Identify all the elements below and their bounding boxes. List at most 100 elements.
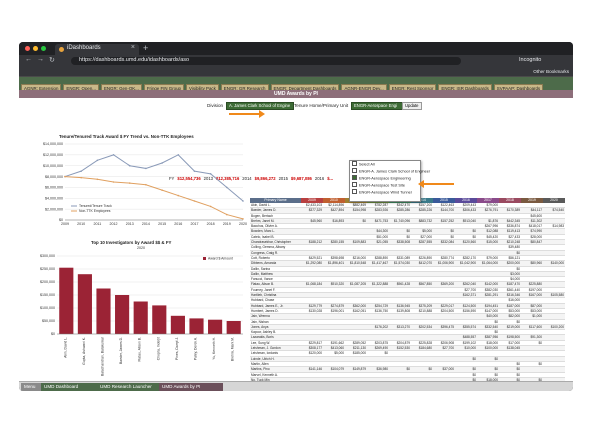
other-bookmarks[interactable]: Other Bookmarks xyxy=(533,67,569,76)
tenure-select[interactable]: ENGR-Aerospace Engi xyxy=(351,102,403,110)
row-name-cell: Hubbard, James E., Jr. xyxy=(251,303,284,308)
value-cell xyxy=(301,272,323,276)
value-cell xyxy=(389,330,411,334)
value-cell xyxy=(433,214,455,218)
value-cell: $274,879 xyxy=(330,303,344,308)
value-cell: $184,680 xyxy=(418,346,432,351)
value-cell xyxy=(433,298,455,302)
value-cell xyxy=(367,362,389,366)
forward-icon[interactable]: → xyxy=(37,56,44,63)
value-cell: $17,000 xyxy=(508,340,520,345)
checkbox-icon[interactable] xyxy=(352,182,357,188)
row-name-cell: Fourney, Janet F. xyxy=(251,287,276,292)
value-cell: $130,028 xyxy=(308,308,322,313)
bar-chart-title: Top 10 Investigators by Award $$ & FY xyxy=(91,240,172,245)
value-cell xyxy=(389,373,411,377)
dropdown-option[interactable]: ENGR-A. James Clark School of Engineer xyxy=(350,168,430,175)
dropdown-option[interactable]: ENGR-Aerospace Wind Tunnel xyxy=(350,189,420,196)
dropdown-option[interactable]: ENGR-Aerospace Test Site xyxy=(350,182,420,189)
legend-label: Award $ Amount xyxy=(208,257,233,261)
value-cell xyxy=(543,267,565,271)
dropdown-option[interactable]: Select All xyxy=(350,161,420,168)
back-icon[interactable]: ← xyxy=(25,56,32,63)
value-cell xyxy=(433,373,455,377)
checkbox-icon[interactable] xyxy=(352,161,357,166)
value-cell xyxy=(389,320,411,324)
value-cell: $185,000 xyxy=(352,351,366,356)
value-cell: $342,470 xyxy=(396,203,410,207)
value-cell xyxy=(455,272,477,276)
close-tab-icon[interactable]: × xyxy=(131,44,135,51)
value-cell xyxy=(323,325,345,329)
value-cell: $210,248 xyxy=(506,240,520,245)
value-cell xyxy=(455,251,477,255)
value-cell: $913,040 xyxy=(462,218,476,223)
row-name-cell: Kapoor, Ashley B. xyxy=(251,330,277,335)
value-cell xyxy=(543,373,565,377)
dropdown-option[interactable]: ENGR-Aerospace Engineering xyxy=(350,175,420,182)
value-cell: $0 xyxy=(516,319,520,324)
value-cell xyxy=(301,320,323,324)
value-cell xyxy=(345,298,367,302)
value-cell xyxy=(433,330,455,334)
data-point xyxy=(112,154,115,156)
value-cell: $289,052 xyxy=(352,340,366,345)
close-window-icon[interactable] xyxy=(25,46,30,51)
maximize-window-icon[interactable] xyxy=(41,46,46,51)
y-tick-label: $0 xyxy=(51,332,55,336)
value-cell xyxy=(323,293,345,297)
checkbox-icon[interactable] xyxy=(352,189,357,195)
value-cell xyxy=(455,351,477,355)
checkbox-icon[interactable] xyxy=(352,175,357,181)
value-cell xyxy=(477,251,499,255)
value-cell xyxy=(543,229,565,233)
value-cell xyxy=(389,277,411,281)
value-cell xyxy=(499,214,521,218)
value-cell: $16,000 xyxy=(508,298,520,303)
checkbox-icon[interactable] xyxy=(352,168,357,174)
sheet-tab[interactable]: UMD Awards by PI xyxy=(159,383,223,391)
new-tab-icon[interactable]: + xyxy=(143,43,148,53)
value-cell xyxy=(477,267,499,271)
value-cell xyxy=(323,214,345,218)
browser-tab[interactable]: iDashboards × xyxy=(55,44,139,55)
value-cell xyxy=(477,351,499,355)
value-cell: $204,500 xyxy=(440,308,454,313)
value-cell xyxy=(433,288,455,292)
value-cell xyxy=(301,229,323,233)
sheet-tab[interactable]: UMD Research Launcher xyxy=(97,383,163,391)
value-cell: $1,417,467 xyxy=(372,261,388,266)
value-cell xyxy=(411,351,433,355)
value-cell: $412,070 xyxy=(418,261,432,266)
value-cell: $140,000 xyxy=(550,261,564,266)
year-value: $9,687,086 xyxy=(290,176,312,181)
address-bar-row: ← → ↻ https://dashboards.umd.edu/idashbo… xyxy=(19,55,573,67)
reload-icon[interactable]: ↻ xyxy=(49,56,55,64)
minimize-window-icon[interactable] xyxy=(33,46,38,51)
value-cell: $382,030 xyxy=(484,287,498,292)
value-cell xyxy=(543,367,565,371)
value-cell: $0 xyxy=(516,372,520,377)
year-label: 2015 xyxy=(278,176,288,181)
value-cell: $313,270 xyxy=(396,324,410,329)
value-cell xyxy=(301,214,323,218)
row-name-cell: Leishman, J. Gordon xyxy=(251,346,281,351)
sheet-tab[interactable]: UMD Dashboard Launcher xyxy=(41,383,101,391)
value-cell xyxy=(455,362,477,366)
value-cell: $0 xyxy=(472,372,476,377)
url-field[interactable]: https://dashboards.umd.edu/idashboards/a… xyxy=(71,57,461,65)
value-cell xyxy=(323,272,345,276)
value-cell: $120,000 xyxy=(308,351,322,356)
value-cell: $418,017 xyxy=(528,224,542,229)
value-cell xyxy=(345,245,367,249)
value-cell xyxy=(301,335,323,339)
value-cell xyxy=(367,330,389,334)
value-cell: $369,200 xyxy=(440,282,454,287)
value-cell xyxy=(433,277,455,281)
sheet-tab-bar: MenuUMD Dashboard LauncherUMD Research L… xyxy=(19,381,573,391)
dropdown-option-label: ENGR-Aerospace Test Site xyxy=(359,183,405,188)
update-button[interactable]: Update xyxy=(402,102,422,110)
division-select[interactable]: A. James Clark School of Engine xyxy=(226,102,294,110)
value-cell: $0 xyxy=(494,330,498,335)
value-cell: $216,000 xyxy=(352,255,366,260)
